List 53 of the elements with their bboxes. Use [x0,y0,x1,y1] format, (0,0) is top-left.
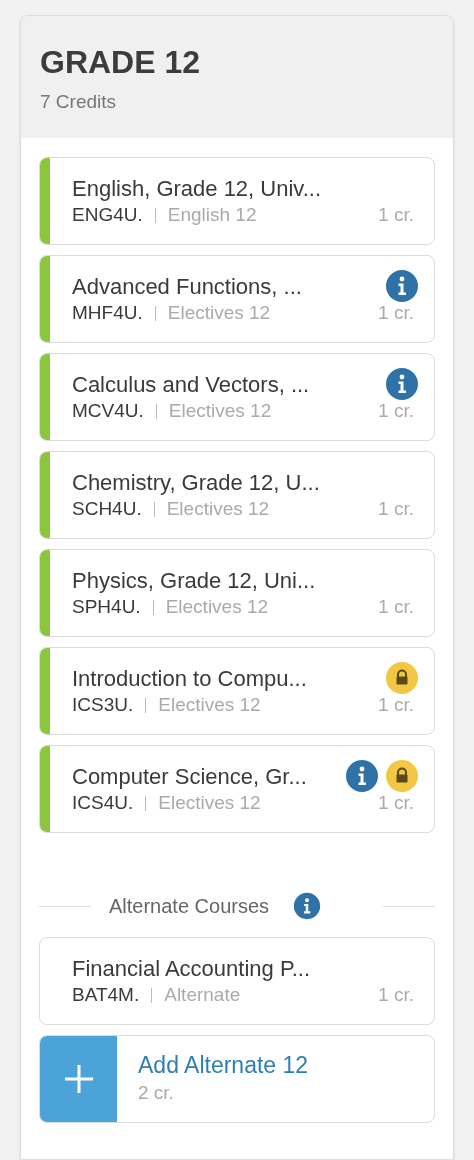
section-heading: Alternate Courses [109,894,270,919]
course-code: BAT4M. [72,983,140,1007]
course-card[interactable]: Computer Science, Gr... ICS4U. Electives 12 1 cr. [39,745,435,833]
add-alternate-button[interactable]: Add Alternate 12 2 cr. [39,1035,435,1123]
course-title: Introduction to Compu... [72,665,307,693]
info-icon[interactable] [385,269,419,303]
info-icon[interactable] [345,759,379,793]
course-code: SCH4U. [72,497,142,521]
course-title: English, Grade 12, Univ... [72,175,322,203]
credit-value: 1 cr. [378,203,414,227]
course-category: Electives 12 [166,497,270,521]
course-code: SPH4U. [72,595,141,619]
credit-value: 1 cr. [378,399,414,423]
course-card[interactable]: Physics, Grade 12, Uni... SPH4U. Electives 12 1 cr. [39,549,435,637]
course-category: Electives 12 [158,693,261,717]
credit-value: 1 cr. [378,595,414,619]
course-category: Electives 12 [165,595,269,619]
course-code: ENG4U. [72,203,143,227]
course-card[interactable]: Financial Accounting P... BAT4M. Alternate 1 cr. [39,937,435,1025]
grade-title: GRADE 12 [40,42,202,82]
course-code: ICS3U. [72,693,134,717]
course-category: English 12 [167,203,257,227]
course-category: Electives 12 [167,301,271,325]
course-card[interactable]: English, Grade 12, Univ... ENG4U. English 12 1 cr. [39,157,435,245]
course-code: ICS4U. [72,791,134,815]
lock-icon[interactable] [385,661,419,695]
course-category: Electives 12 [168,399,272,423]
credits-count: 7 Credits [40,89,118,114]
course-card[interactable]: Calculus and Vectors, ... MCV4U. Electives 12 1 cr. [39,353,435,441]
add-credit: 2 cr. [138,1080,175,1105]
credit-value: 1 cr. [378,693,414,717]
course-category: Alternate [164,983,241,1007]
course-title: Chemistry, Grade 12, U... [72,469,320,497]
course-card[interactable]: Advanced Functions, ... MHF4U. Electives 12 1 cr. [39,255,435,343]
course-title: Advanced Functions, ... [72,273,302,301]
course-code: MHF4U. [72,301,143,325]
course-title: Financial Accounting P... [72,955,311,983]
course-title: Computer Science, Gr... [72,763,307,791]
course-card[interactable]: Introduction to Compu... ICS3U. Electives 12 1 cr. [39,647,435,735]
info-icon[interactable] [293,892,322,920]
credit-value: 1 cr. [378,497,414,521]
course-title: Physics, Grade 12, Uni... [72,567,316,595]
info-icon[interactable] [385,367,419,401]
course-code: MCV4U. [72,399,144,423]
course-card[interactable]: Chemistry, Grade 12, U... SCH4U. Electives 12 1 cr. [39,451,435,539]
lock-icon[interactable] [385,759,419,793]
add-label: Add Alternate 12 [138,1050,309,1079]
course-title: Calculus and Vectors, ... [72,371,310,399]
credit-value: 1 cr. [378,983,414,1007]
credit-value: 1 cr. [378,791,414,815]
credit-value: 1 cr. [378,301,414,325]
plus-icon [62,1063,95,1095]
course-category: Electives 12 [158,791,261,815]
